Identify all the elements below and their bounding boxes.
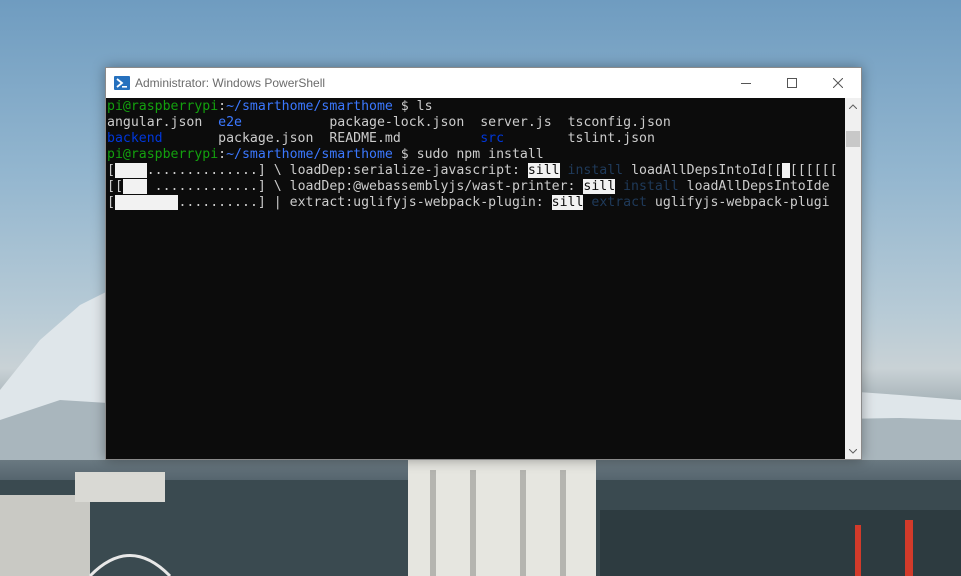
progress-text: loadDep:@webassemblyjs/wast-printer: (289, 179, 584, 194)
progress-rest: loadAllDepsIntoId[[ (631, 163, 782, 178)
chevron-up-icon (849, 103, 857, 109)
progress-fill (122, 179, 147, 194)
ls-entry: package-lock.json (329, 115, 465, 130)
prompt-symbol: $ (392, 147, 417, 162)
command-text: sudo npm install (416, 147, 544, 162)
maximize-icon (787, 78, 797, 88)
progress-bracket: [ (107, 163, 115, 178)
sill-tag: sill (551, 195, 584, 210)
maximize-button[interactable] (769, 68, 815, 98)
ls-entry: angular.json (107, 115, 203, 130)
powershell-icon (114, 75, 130, 91)
npm-progress-line-2: [[ .............] \ loadDep:@webassembly… (107, 179, 838, 195)
ls-row-1: angular.json e2e package-lock.json serve… (107, 115, 838, 131)
command-text: ls (416, 99, 433, 114)
prompt-user: pi@raspberrypi (107, 99, 219, 114)
prompt-line-ls: pi@raspberrypi:~/smarthome/smarthome $ l… (107, 99, 838, 115)
progress-text: loadDep:serialize-javascript: (289, 163, 528, 178)
prompt-sep: : (218, 99, 227, 114)
npm-progress-line-1: [ ..............] \ loadDep:serialize-ja… (107, 163, 838, 179)
progress-dots: .......... (178, 195, 258, 210)
prompt-sep: : (218, 147, 227, 162)
ls-entry: server.js (480, 115, 552, 130)
sill-tag: sill (583, 179, 616, 194)
progress-bracket: [ (107, 195, 115, 210)
progress-text: extract:uglifyjs-webpack-plugin: (289, 195, 552, 210)
ls-entry-dir: backend (107, 131, 163, 146)
ls-entry-dir: src (480, 131, 505, 146)
close-icon (833, 78, 843, 88)
ls-entry-dir: e2e (218, 115, 242, 130)
terminal-cursor (781, 163, 790, 178)
powershell-window: Administrator: Windows PowerShell pi@ras… (105, 67, 862, 460)
ls-entry: tslint.json (567, 131, 655, 146)
prompt-symbol: $ (392, 99, 417, 114)
progress-tail: [[[[[[ (789, 163, 838, 178)
progress-close: ] \ (257, 179, 290, 194)
terminal-output[interactable]: pi@raspberrypi:~/smarthome/smarthome $ l… (106, 98, 845, 459)
close-button[interactable] (815, 68, 861, 98)
progress-close: ] | (257, 195, 290, 210)
vertical-scrollbar[interactable] (845, 98, 861, 459)
progress-fill (114, 163, 147, 178)
prompt-line-npm: pi@raspberrypi:~/smarthome/smarthome $ s… (107, 147, 838, 163)
ls-row-2: backend package.json README.md src tslin… (107, 131, 838, 147)
scroll-up-button[interactable] (845, 98, 861, 114)
desktop-city (0, 458, 961, 576)
npm-progress-line-3: [ ..........] | extract:uglifyjs-webpack… (107, 195, 838, 211)
progress-dots: ............. (146, 179, 258, 194)
ls-entry: tsconfig.json (567, 115, 671, 130)
minimize-button[interactable] (723, 68, 769, 98)
ls-entry: README.md (329, 131, 401, 146)
progress-bracket: [[ (107, 179, 123, 194)
progress-dots: .............. (146, 163, 258, 178)
window-title: Administrator: Windows PowerShell (135, 76, 326, 90)
progress-fill (114, 195, 179, 210)
npm-verb: install (615, 179, 687, 194)
prompt-user: pi@raspberrypi (107, 147, 219, 162)
scroll-thumb[interactable] (846, 131, 860, 147)
title-bar[interactable]: Administrator: Windows PowerShell (106, 68, 861, 98)
prompt-path: ~/smarthome/smarthome (226, 147, 393, 162)
chevron-down-icon (849, 448, 857, 454)
sill-tag: sill (527, 163, 560, 178)
npm-verb: install (559, 163, 632, 178)
scroll-down-button[interactable] (845, 443, 861, 459)
prompt-path: ~/smarthome/smarthome (226, 99, 393, 114)
progress-rest: uglifyjs-webpack-plugi (654, 195, 830, 210)
npm-verb: extract (583, 195, 655, 210)
progress-rest: loadAllDepsIntoIde (686, 179, 830, 194)
ls-entry: package.json (218, 131, 314, 146)
minimize-icon (741, 83, 751, 84)
progress-close: ] \ (257, 163, 290, 178)
